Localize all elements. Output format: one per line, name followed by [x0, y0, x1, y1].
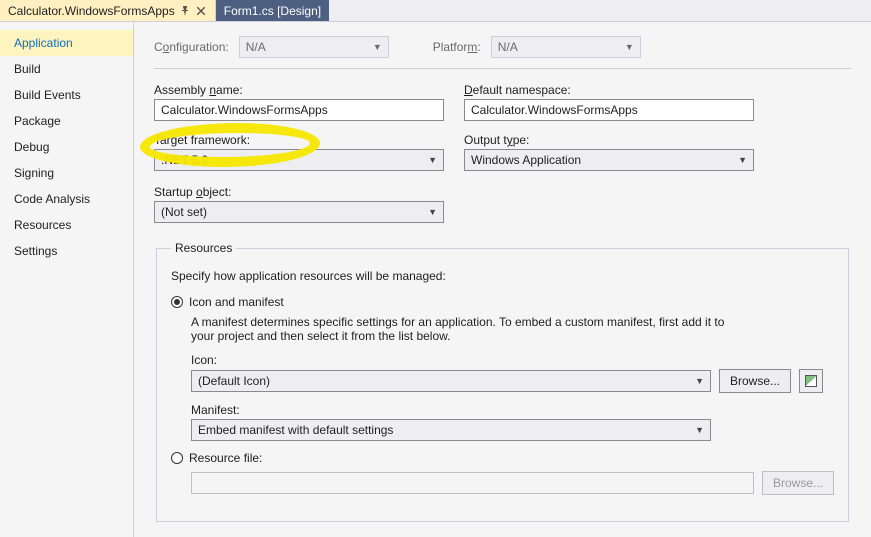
sidebar-item-package[interactable]: Package [0, 108, 133, 134]
manifest-description: A manifest determines specific settings … [191, 315, 751, 343]
startup-object-label: Startup object: [154, 185, 444, 199]
main-panel: Configuration: N/A ▼ Platform: N/A ▼ Ass… [134, 22, 871, 537]
radio-icon-and-manifest[interactable]: Icon and manifest [171, 295, 834, 309]
platform-label: Platform: [433, 40, 481, 54]
close-icon[interactable] [195, 5, 207, 17]
manifest-dropdown[interactable]: Embed manifest with default settings ▼ [191, 419, 711, 441]
chevron-down-icon: ▼ [625, 42, 634, 52]
output-type-label: Output type: [464, 133, 754, 147]
chevron-down-icon: ▼ [428, 207, 437, 217]
assembly-name-input[interactable]: Calculator.WindowsFormsApps [154, 99, 444, 121]
tab-label: Form1.cs [Design] [224, 4, 321, 18]
chevron-down-icon: ▼ [695, 376, 704, 386]
configuration-label: Configuration: [154, 40, 229, 54]
tab-form-designer[interactable]: Form1.cs [Design] [216, 0, 329, 21]
sidebar-item-build[interactable]: Build [0, 56, 133, 82]
radio-resource-file[interactable]: Resource file: [171, 451, 834, 465]
target-framework-label: Target framework: [154, 133, 444, 147]
resources-group: Resources Specify how application resour… [156, 241, 849, 522]
chevron-down-icon: ▼ [738, 155, 747, 165]
sidebar-item-application[interactable]: Application [0, 30, 133, 56]
target-framework-dropdown[interactable]: .NET 5.0 ▼ [154, 149, 444, 171]
icon-label: Icon: [191, 353, 834, 367]
divider [154, 68, 851, 69]
sidebar-item-signing[interactable]: Signing [0, 160, 133, 186]
output-type-dropdown[interactable]: Windows Application ▼ [464, 149, 754, 171]
document-tabbar: Calculator.WindowsFormsApps Form1.cs [De… [0, 0, 871, 22]
chevron-down-icon: ▼ [428, 155, 437, 165]
configuration-combo[interactable]: N/A ▼ [239, 36, 389, 58]
browse-resource-button: Browse... [762, 471, 834, 495]
properties-sidebar: Application Build Build Events Package D… [0, 22, 134, 537]
default-namespace-input[interactable]: Calculator.WindowsFormsApps [464, 99, 754, 121]
sidebar-item-resources[interactable]: Resources [0, 212, 133, 238]
icon-dropdown[interactable]: (Default Icon) ▼ [191, 370, 711, 392]
startup-object-dropdown[interactable]: (Not set) ▼ [154, 201, 444, 223]
browse-icon-button[interactable]: Browse... [719, 369, 791, 393]
pin-icon[interactable] [179, 5, 191, 17]
radio-icon [171, 452, 183, 464]
default-namespace-label: Default namespace: [464, 83, 754, 97]
sidebar-item-build-events[interactable]: Build Events [0, 82, 133, 108]
tab-label: Calculator.WindowsFormsApps [8, 4, 175, 18]
sidebar-item-code-analysis[interactable]: Code Analysis [0, 186, 133, 212]
tab-project-properties[interactable]: Calculator.WindowsFormsApps [0, 0, 216, 21]
chevron-down-icon: ▼ [695, 425, 704, 435]
resources-description: Specify how application resources will b… [171, 269, 834, 283]
sidebar-item-debug[interactable]: Debug [0, 134, 133, 160]
radio-icon [171, 296, 183, 308]
icon-preview-button[interactable] [799, 369, 823, 393]
sidebar-item-settings[interactable]: Settings [0, 238, 133, 264]
chevron-down-icon: ▼ [373, 42, 382, 52]
resource-file-input [191, 472, 754, 494]
platform-combo[interactable]: N/A ▼ [491, 36, 641, 58]
manifest-label: Manifest: [191, 403, 834, 417]
swatch-icon [805, 375, 817, 387]
resources-legend: Resources [171, 241, 236, 255]
assembly-name-label: Assembly name: [154, 83, 444, 97]
